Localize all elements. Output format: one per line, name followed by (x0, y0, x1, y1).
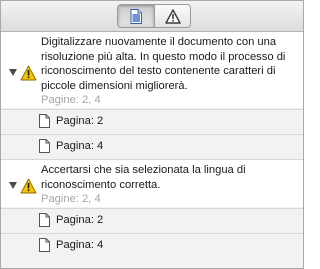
page-list-item[interactable]: Pagina: 4 (1, 134, 303, 159)
issue-pages: Pagine: 2, 4 (41, 193, 101, 205)
page-label: Pagina: 4 (56, 140, 104, 152)
page-icon (39, 114, 50, 128)
issues-panel: Digitalizzare nuovamente il documento co… (0, 0, 304, 269)
toolbar (1, 1, 303, 32)
page-label: Pagina: 2 (56, 214, 104, 226)
warning-icon (20, 65, 37, 81)
page-icon (39, 139, 50, 153)
issue-message: Accertarsi che sia selezionata la lingua… (41, 163, 299, 207)
view-segmented-control (117, 4, 191, 28)
issue-message: Digitalizzare nuovamente il documento co… (41, 35, 299, 108)
issue-row[interactable]: Accertarsi che sia selezionata la lingua… (1, 160, 303, 207)
issue-pages: Pagine: 2, 4 (41, 94, 101, 106)
issue-message-text: Digitalizzare nuovamente il documento co… (41, 36, 286, 92)
page-list-item[interactable]: Pagina: 2 (1, 208, 303, 233)
document-icon (130, 8, 142, 24)
page-list-item[interactable]: Pagina: 2 (1, 109, 303, 134)
issue-row[interactable]: Digitalizzare nuovamente il documento co… (1, 32, 303, 108)
disclosure-triangle-icon[interactable] (9, 69, 17, 76)
warning-icon (20, 178, 37, 194)
tab-warnings-view[interactable] (155, 5, 190, 27)
page-label: Pagina: 2 (56, 115, 104, 127)
tab-document-view[interactable] (118, 5, 155, 27)
page-list-item[interactable]: Pagina: 4 (1, 233, 303, 268)
warning-icon (165, 8, 181, 24)
page-icon (39, 238, 50, 252)
page-icon (39, 213, 50, 227)
issue-message-text: Accertarsi che sia selezionata la lingua… (41, 164, 246, 191)
page-label: Pagina: 4 (56, 239, 104, 251)
disclosure-triangle-icon[interactable] (9, 182, 17, 189)
